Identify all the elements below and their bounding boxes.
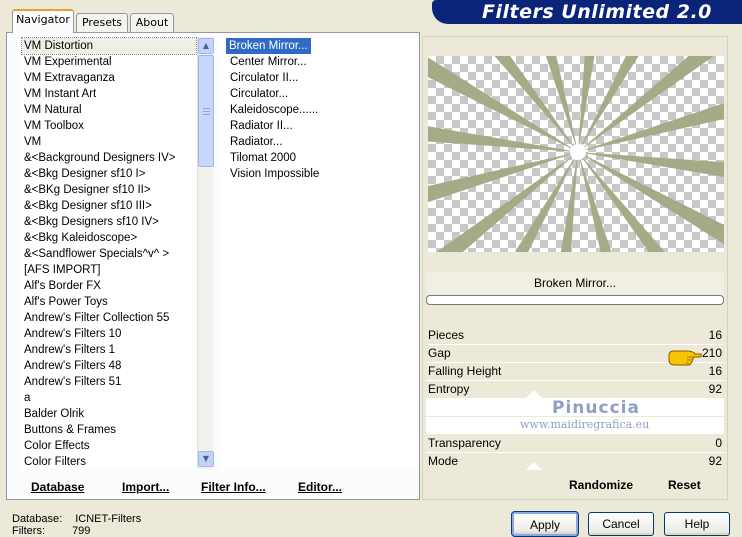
category-item[interactable]: Buttons & Frames [20, 422, 198, 438]
slider-pointer-icon [526, 390, 542, 398]
mirror-ray [578, 56, 595, 147]
filters-status: Filters: 799 [12, 525, 90, 537]
category-item[interactable]: VM Natural [20, 102, 198, 118]
watermark-name: Pinuccia [552, 398, 640, 418]
category-item[interactable]: &<Sandflower Specials^v^ > [20, 246, 198, 262]
category-list[interactable]: VM Distortion VM Experimental VM Extravaga… [20, 37, 198, 469]
broken-mirror-preview [428, 56, 724, 252]
mirror-ray [560, 157, 578, 252]
category-item[interactable]: &<Bkg Designers sf10 IV> [20, 214, 198, 230]
mirror-ray [428, 153, 573, 203]
param-value: 16 [708, 364, 722, 378]
param-entropy[interactable]: Entropy 92 [426, 380, 724, 398]
filter-list[interactable]: Broken Mirror... Center Mirror... Circulat… [220, 37, 418, 469]
param-mode[interactable]: Mode 92 [426, 452, 724, 470]
filter-item[interactable]: Tilomat 2000 [226, 150, 296, 166]
tab-strip: Navigator Presets About [0, 0, 430, 34]
category-item[interactable]: VM Extravaganza [20, 70, 198, 86]
filter-info-button[interactable]: Filter Info... [201, 476, 266, 498]
category-item[interactable]: Andrew's Filters 10 [20, 326, 198, 342]
param-pieces[interactable]: Pieces 16 [426, 326, 724, 344]
param-label: Mode [428, 454, 459, 468]
app-title: Filters Unlimited 2.0 [482, 1, 712, 23]
filters-value: 799 [72, 525, 91, 537]
param-value: 16 [708, 328, 722, 342]
scroll-up-icon[interactable]: ▲ [198, 38, 214, 54]
category-scrollbar[interactable]: ▲ ▼ [197, 37, 214, 469]
param-label: Falling Height [428, 364, 502, 378]
category-item[interactable]: Balder Olrik [20, 406, 198, 422]
tab-presets[interactable]: Presets [76, 13, 128, 33]
filter-item[interactable]: Radiator... [226, 134, 282, 150]
filter-item[interactable]: Circulator II... [226, 70, 298, 86]
category-item[interactable]: Andrew's Filters 1 [20, 342, 198, 358]
category-item[interactable]: &<Bkg Designer sf10 III> [20, 198, 198, 214]
database-button[interactable]: Database [31, 476, 84, 498]
editor-button[interactable]: Editor... [298, 476, 342, 498]
filter-item[interactable]: Broken Mirror... [226, 38, 311, 54]
category-item[interactable]: Alf's Power Toys [20, 294, 198, 310]
param-value: 92 [708, 382, 722, 396]
progress-bar [426, 295, 724, 305]
param-label: Gap [428, 346, 451, 360]
param-value: 210 [701, 346, 722, 360]
category-item[interactable]: VM Toolbox [20, 118, 198, 134]
category-item[interactable]: VM Instant Art [20, 86, 198, 102]
category-item[interactable]: Andrew's Filter Collection 55 [20, 310, 198, 326]
filter-item[interactable]: Kaleidoscope...... [226, 102, 318, 118]
category-item[interactable]: Color Filters [20, 454, 198, 469]
category-item[interactable]: VM Distortion [21, 37, 197, 55]
param-transparency[interactable]: Transparency 0 [426, 434, 724, 452]
category-item[interactable]: &<Bkg Kaleidoscope> [20, 230, 198, 246]
category-item[interactable]: Color Effects [20, 438, 198, 454]
category-item[interactable]: &<Background Designers IV> [20, 150, 198, 166]
category-item[interactable]: [AFS IMPORT] [20, 262, 198, 278]
database-value: ICNET-Filters [75, 513, 142, 525]
category-item[interactable]: Andrew's Filters 48 [20, 358, 198, 374]
randomize-button[interactable]: Randomize [569, 478, 633, 492]
scroll-down-icon[interactable]: ▼ [198, 451, 214, 467]
preview-image [428, 56, 724, 252]
tab-about[interactable]: About [130, 13, 174, 33]
param-value: 92 [708, 454, 722, 468]
param-label: Pieces [428, 328, 465, 342]
mirror-ray [583, 103, 724, 151]
slider-pointer-icon [526, 462, 542, 470]
database-status: Database: ICNET-Filters [12, 513, 141, 525]
category-item[interactable]: &<BKg Designer sf10 II> [20, 182, 198, 198]
scroll-thumb[interactable] [198, 55, 214, 167]
param-label: Entropy [428, 382, 470, 396]
category-item[interactable]: VM [20, 134, 198, 150]
current-filter-name: Broken Mirror... [426, 272, 724, 294]
reset-button[interactable]: Reset [668, 478, 701, 492]
tab-navigator[interactable]: Navigator [12, 9, 74, 33]
cancel-button[interactable]: Cancel [588, 512, 654, 536]
pointing-hand-icon [668, 350, 702, 366]
category-item[interactable]: a [20, 390, 198, 406]
param-label: Transparency [428, 436, 501, 450]
import-button[interactable]: Import... [122, 476, 169, 498]
filters-label: Filters: [12, 525, 45, 537]
apply-button[interactable]: Apply [511, 511, 579, 537]
center-gap [570, 144, 586, 160]
category-item[interactable]: &<Bkg Designer sf10 I> [20, 166, 198, 182]
database-label: Database: [12, 513, 63, 525]
category-item[interactable]: Andrew's Filters 51 [20, 374, 198, 390]
filter-item[interactable]: Vision Impossible [226, 166, 319, 182]
filter-item[interactable]: Circulator... [226, 86, 288, 102]
param-value: 0 [715, 436, 722, 450]
category-item[interactable]: VM Experimental [20, 54, 198, 70]
help-button[interactable]: Help [664, 512, 730, 536]
watermark-site: www.maidiregrafica.eu [520, 418, 650, 431]
filter-item[interactable]: Radiator II... [226, 118, 293, 134]
filter-item[interactable]: Center Mirror... [226, 54, 307, 70]
category-item[interactable]: Alf's Border FX [20, 278, 198, 294]
